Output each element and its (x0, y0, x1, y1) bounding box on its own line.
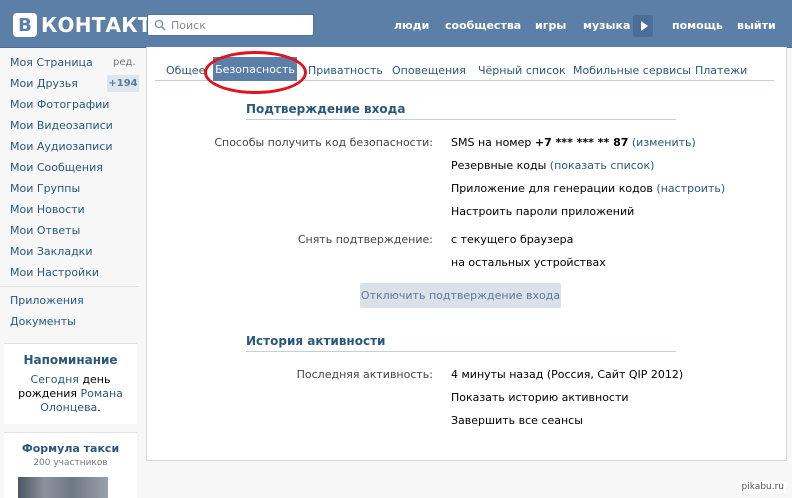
last-activity-label: Последняя активность: (296, 368, 433, 381)
sidebar-item-answers[interactable]: Мои Ответы (10, 224, 80, 237)
backup-show-link[interactable]: (показать список) (550, 159, 655, 172)
app-setup-link[interactable]: (настроить) (656, 182, 725, 195)
sidebar-item-bookmarks[interactable]: Мои Закладки (10, 245, 92, 258)
activity-title: История активности (246, 334, 386, 348)
nav-logout[interactable]: выйти (737, 19, 776, 32)
sidebar-item-friends[interactable]: Мои Друзья (10, 77, 78, 90)
top-header: В КОНТАКТЕ люди сообщества игры музыка п… (0, 0, 792, 48)
show-history-link[interactable]: Показать историю активности (451, 391, 629, 404)
tab-mobile[interactable]: Мобильные сервисы (573, 64, 691, 77)
remove-others-link[interactable]: на остальных устройствах (451, 256, 606, 269)
login-confirm-title: Подтверждение входа (246, 102, 406, 116)
group-members: 200 участников (33, 458, 108, 468)
backup-row: Резервные коды (показать список) (451, 159, 654, 172)
birthday-reminder: Напоминание Сегодня день рождения Романа… (4, 343, 137, 424)
reminder-dot: . (97, 401, 101, 414)
reminder-today-link[interactable]: Сегодня (31, 373, 79, 386)
group-photo[interactable] (18, 477, 108, 498)
sidebar-item-settings[interactable]: Мои Настройки (10, 266, 99, 279)
settings-tabs: Общее Безопасность Приватность Оповещени… (147, 47, 788, 94)
methods-label: Способы получить код безопасности: (214, 136, 433, 149)
backup-prefix: Резервные коды (451, 159, 547, 172)
friends-count-badge[interactable]: +194 (107, 75, 139, 92)
tab-blacklist[interactable]: Чёрный список (478, 64, 566, 77)
watermark: pikabu.ru (739, 481, 786, 493)
tab-privacy[interactable]: Приватность (308, 64, 383, 77)
search-box[interactable] (147, 14, 314, 36)
app-row: Приложение для генерации кодов (настроит… (451, 182, 725, 195)
nav-games[interactable]: игры (535, 19, 566, 32)
sidebar-item-my-page[interactable]: Моя Страница (10, 56, 93, 69)
sidebar-divider (0, 286, 139, 287)
sms-change-link[interactable]: (изменить) (632, 136, 696, 149)
sms-row: SMS на номер +7 *** *** ** 87 (изменить) (451, 136, 696, 149)
nav-people[interactable]: люди (394, 19, 429, 32)
sidebar-item-videos[interactable]: Мои Видеозаписи (10, 119, 113, 132)
reminder-title: Напоминание (23, 353, 118, 367)
sidebar-item-groups[interactable]: Мои Группы (10, 182, 80, 195)
sidebar-edit-link[interactable]: ред. (113, 57, 136, 68)
remove-label: Снять подтверждение: (297, 233, 433, 246)
tab-notifications[interactable]: Оповещения (392, 64, 466, 77)
sidebar-item-apps[interactable]: Приложения (10, 294, 84, 307)
vk-logo[interactable]: В КОНТАКТЕ (13, 12, 165, 38)
group-title[interactable]: Формула такси (4, 442, 137, 455)
sidebar-item-news[interactable]: Мои Новости (10, 203, 85, 216)
nav-help[interactable]: помощь (672, 19, 723, 32)
last-activity-value: 4 минуты назад (Россия, Сайт QIP 2012) (451, 368, 684, 381)
group-ad[interactable]: Формула такси 200 участников (4, 432, 137, 498)
tab-general[interactable]: Общее (166, 64, 205, 77)
search-icon (154, 19, 166, 31)
logo-letter: В (13, 13, 37, 37)
reminder-text: Сегодня день рождения Романа Олонцева. (10, 373, 131, 415)
red-highlight-ellipse (204, 51, 307, 94)
sidebar-item-audio[interactable]: Мои Аудиозаписи (10, 140, 113, 153)
sms-number: +7 *** *** ** 87 (534, 136, 629, 149)
play-icon[interactable] (633, 15, 653, 37)
end-sessions-link[interactable]: Завершить все сеансы (451, 414, 583, 427)
section-divider (246, 351, 676, 352)
sms-prefix: SMS на номер (451, 136, 532, 149)
nav-music[interactable]: музыка (583, 19, 630, 32)
app-prefix: Приложение для генерации кодов (451, 182, 653, 195)
nav-communities[interactable]: сообщества (445, 19, 521, 32)
sidebar-item-messages[interactable]: Мои Сообщения (10, 161, 103, 174)
sidebar-item-documents[interactable]: Документы (10, 315, 76, 328)
sidebar-item-photos[interactable]: Мои Фотографии (10, 98, 109, 111)
section-divider (246, 119, 676, 120)
disable-confirm-button[interactable]: Отключить подтверждение входа (360, 283, 561, 308)
settings-panel: Общее Безопасность Приватность Оповещени… (146, 47, 787, 461)
remove-current-link[interactable]: с текущего браузера (451, 233, 573, 246)
app-passwords-link[interactable]: Настроить пароли приложений (451, 205, 634, 218)
search-input[interactable] (171, 18, 311, 32)
tab-payments[interactable]: Платежи (695, 64, 747, 77)
